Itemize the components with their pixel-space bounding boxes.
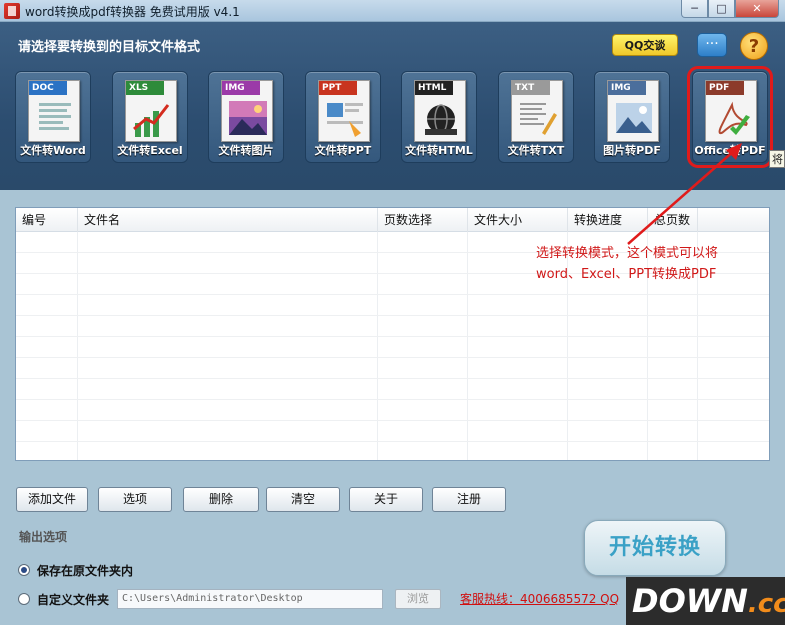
tooltip-fragment: 将 xyxy=(769,150,785,168)
tile-txt[interactable]: TXT 文件转TXT xyxy=(498,71,574,163)
col-file-size[interactable]: 文件大小 xyxy=(468,208,568,232)
tile-label: Office转PDF xyxy=(694,144,766,157)
col-number[interactable]: 编号 xyxy=(16,208,78,232)
tile-label: 文件转图片 xyxy=(218,144,274,157)
tile-label: 文件转Word xyxy=(20,144,86,157)
col-progress[interactable]: 转换进度 xyxy=(568,208,648,232)
start-convert-button[interactable]: 开始转换 xyxy=(584,520,726,576)
output-options-title: 输出选项 xyxy=(19,530,68,544)
annotation-text: 选择转换模式，这个模式可以将 word、Excel、PPT转换成PDF xyxy=(536,243,776,285)
tile-label: 文件转PPT xyxy=(314,144,372,157)
tile-tag: PPT xyxy=(319,81,357,95)
word-doc-icon: DOC xyxy=(28,80,80,142)
radio-custom-folder-label[interactable]: 自定义文件夹 xyxy=(37,591,109,608)
radio-save-in-original[interactable] xyxy=(18,564,30,576)
header-title: 请选择要转换到的目标文件格式 xyxy=(18,40,201,55)
tile-label: 文件转HTML xyxy=(405,144,473,157)
col-page-select[interactable]: 页数选择 xyxy=(378,208,468,232)
col-filename[interactable]: 文件名 xyxy=(78,208,378,232)
register-button[interactable]: 注册 xyxy=(432,487,506,512)
app-icon xyxy=(4,3,20,19)
tile-tag: XLS xyxy=(126,81,164,95)
tile-label: 文件转Excel xyxy=(117,144,183,157)
close-button[interactable]: ✕ xyxy=(735,0,779,18)
col-total-pages[interactable]: 总页数 xyxy=(648,208,698,232)
office-to-pdf-icon: PDF xyxy=(705,80,757,142)
table-row xyxy=(16,421,769,442)
qq-chat-button[interactable]: QQ交谈 xyxy=(612,34,678,56)
radio-custom-folder[interactable] xyxy=(18,593,30,605)
excel-chart-icon: XLS xyxy=(125,80,177,142)
chat-bubble-icon[interactable]: ··· xyxy=(697,33,727,57)
watermark-suffix: .cc xyxy=(747,589,785,619)
maximize-button[interactable]: □ xyxy=(708,0,735,18)
table-row xyxy=(16,358,769,379)
tile-tag: IMG xyxy=(222,81,260,95)
annotation-line-2: word、Excel、PPT转换成PDF xyxy=(536,267,717,282)
watermark-logo: DOWN.cc xyxy=(626,577,785,625)
window-title: word转换成pdf转换器 免费试用版 v4.1 xyxy=(25,5,240,19)
table-row xyxy=(16,337,769,358)
output-path-field[interactable]: C:\Users\Administrator\Desktop xyxy=(117,589,383,609)
clear-button[interactable]: 清空 xyxy=(266,487,340,512)
tile-tag: HTML xyxy=(415,81,453,95)
tile-tag: TXT xyxy=(512,81,550,95)
txt-file-icon: TXT xyxy=(511,80,563,142)
delete-button[interactable]: 删除 xyxy=(183,487,259,512)
about-button[interactable]: 关于 xyxy=(349,487,423,512)
tile-tag: DOC xyxy=(29,81,67,95)
window-controls: ─ □ ✕ xyxy=(681,0,779,18)
minimize-button[interactable]: ─ xyxy=(681,0,708,18)
table-row xyxy=(16,379,769,400)
tile-word[interactable]: DOC 文件转Word xyxy=(15,71,91,163)
title-bar: word转换成pdf转换器 免费试用版 v4.1 ─ □ ✕ xyxy=(0,0,785,22)
image-to-pdf-icon: IMG xyxy=(607,80,659,142)
tile-label: 文件转TXT xyxy=(507,144,565,157)
tile-image-to-pdf[interactable]: IMG 图片转PDF xyxy=(594,71,670,163)
ppt-file-icon: PPT xyxy=(318,80,370,142)
tile-html[interactable]: HTML 文件转HTML xyxy=(401,71,477,163)
tile-tag: PDF xyxy=(706,81,744,95)
table-row xyxy=(16,400,769,421)
options-button[interactable]: 选项 xyxy=(98,487,172,512)
tile-tag: IMG xyxy=(608,81,646,95)
watermark-main: DOWN xyxy=(632,582,748,620)
hotline-link[interactable]: 客服热线：4006685572 QQ xyxy=(460,590,619,607)
tile-ppt[interactable]: PPT 文件转PPT xyxy=(305,71,381,163)
add-file-button[interactable]: 添加文件 xyxy=(16,487,88,512)
image-file-icon: IMG xyxy=(221,80,273,142)
table-row xyxy=(16,295,769,316)
tile-excel[interactable]: XLS 文件转Excel xyxy=(112,71,188,163)
tile-image[interactable]: IMG 文件转图片 xyxy=(208,71,284,163)
html-globe-icon: HTML xyxy=(414,80,466,142)
annotation-line-1: 选择转换模式，这个模式可以将 xyxy=(536,246,719,261)
table-row xyxy=(16,316,769,337)
help-icon[interactable]: ? xyxy=(740,32,768,60)
table-header: 编号 文件名 页数选择 文件大小 转换进度 总页数 xyxy=(16,208,769,232)
radio-save-in-original-label[interactable]: 保存在原文件夹内 xyxy=(37,562,133,579)
browse-button[interactable]: 浏览 xyxy=(395,589,441,609)
tile-label: 图片转PDF xyxy=(603,144,661,157)
format-header: 请选择要转换到的目标文件格式 QQ交谈 ··· ? DOC 文件转Word XL… xyxy=(0,22,785,190)
tile-office-to-pdf[interactable]: PDF Office转PDF xyxy=(687,66,773,168)
